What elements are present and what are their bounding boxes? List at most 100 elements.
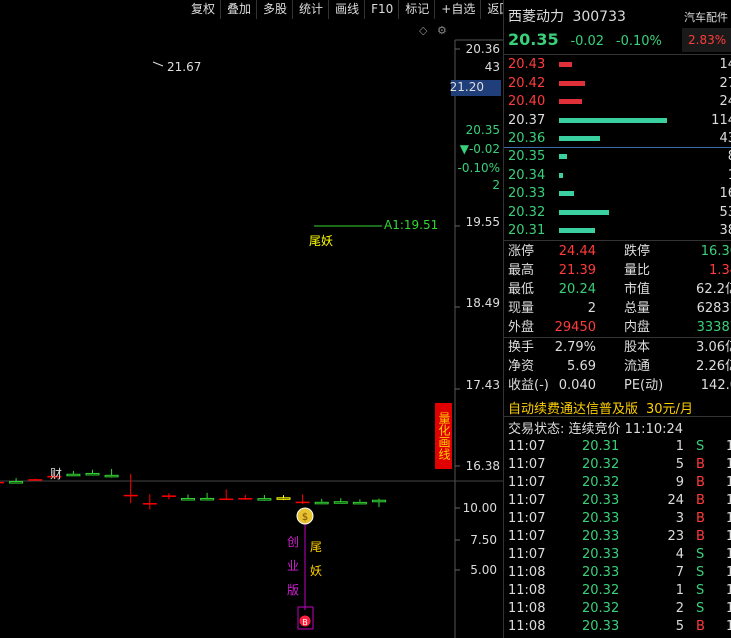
- tick-time: 11:07: [508, 511, 546, 526]
- sector-change: 2.83%: [688, 33, 727, 47]
- stat-value: 1.34: [709, 263, 731, 278]
- promo-banner[interactable]: 自动续费通达信普及版 30元/月: [508, 398, 693, 417]
- candle-body: [181, 498, 195, 501]
- candle-body: [295, 501, 310, 504]
- tick-extra: 1: [726, 564, 731, 582]
- tick-vol: 5: [675, 619, 684, 634]
- tick-time: 11:08: [508, 565, 546, 580]
- price-axis-label: 16.38: [466, 459, 500, 473]
- candle-body: [219, 498, 234, 501]
- tick-price: 20.33: [582, 493, 620, 508]
- tick-vol: 7: [675, 565, 684, 580]
- stat-value: 2.26亿: [696, 359, 731, 374]
- bid-volume: 38: [719, 223, 731, 239]
- ask-row[interactable]: 20.42 27: [504, 75, 731, 93]
- diamond-icon: ◇: [419, 24, 428, 37]
- tick-extra: 1: [726, 600, 731, 618]
- candle-body: [142, 503, 157, 505]
- tick-extra: 1: [726, 474, 731, 492]
- tick-price: 20.33: [582, 529, 620, 544]
- stat-label: 最高: [508, 263, 535, 278]
- tick-price: 20.33: [582, 511, 620, 526]
- stat-value: 62.2亿: [696, 282, 731, 297]
- bid-price: 20.34: [508, 167, 546, 183]
- tick-row: 11:07 20.33 4S 1: [504, 546, 731, 564]
- bid-row[interactable]: 20.33 16: [504, 185, 731, 203]
- toolbar-button[interactable]: 画线: [328, 0, 364, 19]
- tick-time: 11:07: [508, 529, 546, 544]
- bid-volume: 16: [719, 186, 731, 202]
- bid-price: 20.33: [508, 186, 546, 202]
- stock-header: 西菱动力 300733: [508, 6, 626, 26]
- quant-draw-button[interactable]: 量化画线: [435, 403, 452, 469]
- toolbar-button[interactable]: 统计: [292, 0, 328, 19]
- stat-value: 33387: [696, 320, 731, 335]
- tick-side: S: [696, 583, 705, 598]
- stat-label: 现量: [508, 301, 535, 316]
- kline-chart-area[interactable]: ◇ ⚙ 20.36 43 21.20 20.35 ▼-0.02 -0.10% 2 19.55 18.…: [0, 0, 511, 638]
- tick-vol: 9: [675, 475, 684, 490]
- stat-label: 换手: [508, 340, 535, 355]
- tick-side: B: [696, 493, 705, 508]
- stat-value: 20.24: [558, 282, 596, 297]
- toolbar-button[interactable]: 标记: [398, 0, 434, 19]
- price-axis-label: -0.10%: [458, 161, 500, 175]
- current-price: 20.35: [508, 30, 559, 49]
- toolbar-button[interactable]: F10: [364, 0, 398, 19]
- toolbar-button[interactable]: +自选: [434, 0, 480, 19]
- ask-row[interactable]: 20.36 43: [504, 130, 731, 148]
- candle-body: [314, 501, 329, 505]
- bid-row[interactable]: 20.31 38: [504, 222, 731, 240]
- ask-volume: 24: [719, 94, 731, 110]
- stat-value: 29450: [554, 320, 596, 335]
- toolbar-button[interactable]: 复权: [185, 0, 220, 19]
- ask-volume: 14: [719, 57, 731, 72]
- stat-value: 21.39: [558, 263, 596, 278]
- indicator-axis-label: 5.00: [470, 563, 497, 577]
- candle-body: [0, 481, 4, 484]
- tick-price: 20.33: [582, 547, 620, 562]
- ask-row[interactable]: 20.43 14: [504, 56, 731, 74]
- tick-extra: 1: [726, 528, 731, 546]
- stat-value: 142.0: [700, 378, 731, 393]
- stock-code: 300733: [572, 9, 626, 25]
- tick-price: 20.32: [582, 457, 620, 472]
- tick-side: S: [696, 601, 705, 616]
- stat-value: 0.040: [558, 378, 596, 393]
- bid-price: 20.35: [508, 149, 546, 164]
- promo-price: 30元/月: [646, 402, 693, 417]
- tick-row: 11:08 20.32 2S 1: [504, 600, 731, 618]
- stat-label: 跌停: [624, 244, 651, 259]
- tick-time: 11:08: [508, 601, 546, 616]
- tick-row: 11:08 20.33 5B 1: [504, 618, 731, 636]
- kline-chart-svg[interactable]: ◇ ⚙ 20.36 4321.20 20.35 ▼-0.02 -0.10% 2 19.55 18.…: [0, 0, 503, 638]
- tick-extra: 1: [726, 492, 731, 510]
- price-axis-label: 43: [485, 60, 500, 74]
- bid-row[interactable]: 20.358: [504, 148, 731, 166]
- indicator-text-left: 版: [287, 583, 299, 597]
- price-change: -0.02: [570, 34, 605, 49]
- stat-row: 外盘 29450 内盘 33387: [504, 318, 731, 337]
- tick-vol: 3: [675, 511, 684, 526]
- ask-price: 20.37: [508, 112, 546, 128]
- toolbar-button[interactable]: 多股: [256, 0, 292, 19]
- ask-row[interactable]: 20.40 24: [504, 93, 731, 111]
- tick-row: 11:0720.311S1: [504, 438, 731, 456]
- indicator-text-right: 尾: [310, 540, 322, 554]
- tick-vol: 1: [675, 583, 684, 598]
- tick-vol: 1: [675, 439, 684, 454]
- bid-row[interactable]: 20.32 53: [504, 204, 731, 222]
- sector-tab[interactable]: 汽车配件: [684, 9, 728, 25]
- bid-row[interactable]: 20.341: [504, 167, 731, 185]
- tick-vol: 24: [667, 493, 684, 508]
- ask-row[interactable]: 20.37 114: [504, 112, 731, 130]
- candle-body: [257, 498, 272, 501]
- toolbar-button[interactable]: 叠加: [220, 0, 256, 19]
- tick-side: B: [696, 457, 705, 472]
- tick-time: 11:07: [508, 439, 546, 454]
- indicator-axis-label: 7.50: [470, 533, 497, 547]
- tick-vol: 23: [667, 529, 684, 544]
- price-change-pct: -0.10%: [615, 34, 662, 49]
- tick-price: 20.33: [582, 565, 620, 580]
- stat-value: 2.79%: [554, 340, 596, 355]
